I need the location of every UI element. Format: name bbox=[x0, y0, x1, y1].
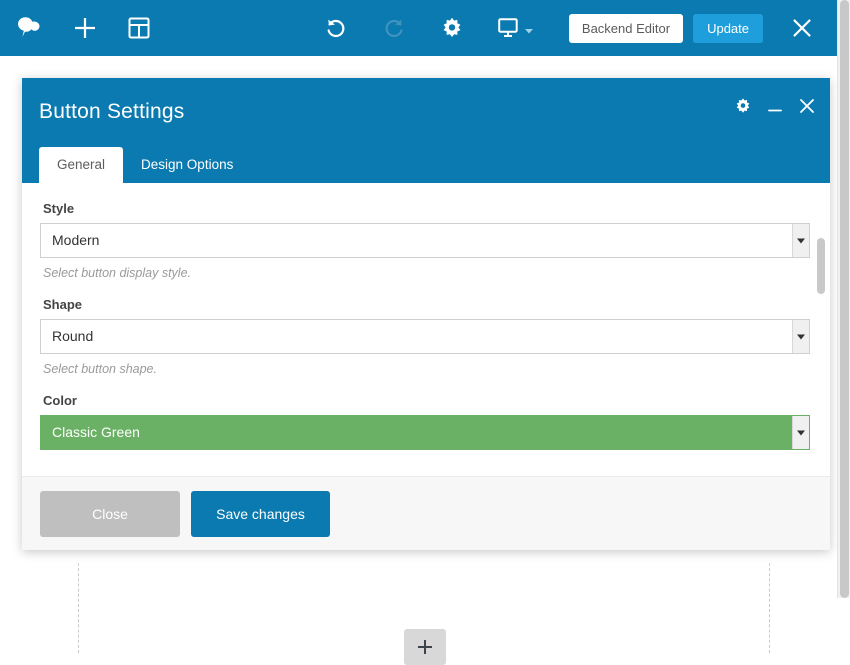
style-select[interactable]: Modern bbox=[40, 223, 810, 258]
chevron-down-icon bbox=[524, 28, 533, 33]
close-editor-button[interactable] bbox=[783, 9, 821, 47]
plus-icon bbox=[418, 640, 432, 654]
plus-icon bbox=[75, 18, 95, 38]
close-x-icon bbox=[793, 19, 811, 37]
modal-minimize-button[interactable] bbox=[764, 95, 786, 117]
add-element-toolbar-button[interactable] bbox=[68, 11, 102, 45]
layout-templates-icon bbox=[128, 17, 150, 39]
modal-header-controls bbox=[732, 95, 818, 117]
wpbakery-logo-button[interactable] bbox=[14, 11, 48, 45]
field-style-label: Style bbox=[43, 201, 75, 216]
field-shape-select-wrap: Round bbox=[40, 319, 810, 354]
minimize-icon bbox=[768, 109, 782, 112]
modal-tabs: General Design Options bbox=[39, 146, 251, 184]
page-scrollbar-thumb[interactable] bbox=[840, 0, 849, 598]
close-x-icon bbox=[800, 99, 814, 113]
gear-icon bbox=[736, 98, 750, 113]
field-color: Color Classic Green bbox=[40, 393, 810, 450]
undo-button[interactable] bbox=[319, 11, 353, 45]
page-settings-button[interactable] bbox=[435, 11, 469, 45]
redo-arrow-icon bbox=[385, 19, 403, 38]
color-select[interactable]: Classic Green bbox=[40, 415, 810, 450]
modal-content-scrollbar[interactable] bbox=[817, 193, 825, 473]
field-style-select-wrap: Modern bbox=[40, 223, 810, 258]
editor-toolbar: Backend Editor Update bbox=[0, 0, 837, 56]
undo-arrow-icon bbox=[327, 19, 345, 38]
modal-footer: Close Save changes bbox=[22, 476, 830, 550]
field-color-label: Color bbox=[43, 393, 77, 408]
modal-settings-button[interactable] bbox=[732, 95, 754, 117]
modal-body: Style Modern Select button display style… bbox=[22, 183, 830, 476]
modal-header: Button Settings General Design Options bbox=[22, 78, 830, 183]
field-shape: Shape Round Select button shape. bbox=[40, 297, 810, 376]
field-shape-description: Select button shape. bbox=[43, 362, 157, 376]
modal-scrollbar-thumb[interactable] bbox=[817, 238, 825, 294]
field-shape-label: Shape bbox=[43, 297, 83, 312]
toolbar-middle-group bbox=[319, 11, 537, 45]
redo-button[interactable] bbox=[377, 11, 411, 45]
page-scrollbar[interactable] bbox=[837, 0, 850, 598]
templates-toolbar-button[interactable] bbox=[122, 11, 156, 45]
button-settings-modal: Button Settings General Design Options S… bbox=[22, 78, 830, 550]
modal-title: Button Settings bbox=[39, 100, 185, 123]
monitor-icon bbox=[497, 18, 518, 37]
field-color-select-wrap: Classic Green bbox=[40, 415, 810, 450]
save-changes-button[interactable]: Save changes bbox=[191, 490, 330, 537]
field-style: Style Modern Select button display style… bbox=[40, 201, 810, 280]
add-element-button[interactable] bbox=[404, 629, 446, 665]
backend-editor-button[interactable]: Backend Editor bbox=[568, 13, 684, 43]
gear-icon bbox=[443, 17, 461, 37]
modal-close-button[interactable] bbox=[796, 95, 818, 117]
toolbar-left-group bbox=[0, 11, 156, 45]
shape-select[interactable]: Round bbox=[40, 319, 810, 354]
tab-general[interactable]: General bbox=[39, 146, 124, 183]
wpbakery-cloud-logo-icon bbox=[18, 17, 40, 37]
field-style-description: Select button display style. bbox=[43, 266, 191, 280]
update-button[interactable]: Update bbox=[693, 13, 763, 43]
toolbar-right-group: Backend Editor Update bbox=[568, 9, 837, 47]
close-button[interactable]: Close bbox=[40, 490, 180, 537]
responsive-preview-button[interactable] bbox=[493, 11, 537, 45]
tab-design-options[interactable]: Design Options bbox=[123, 147, 251, 184]
